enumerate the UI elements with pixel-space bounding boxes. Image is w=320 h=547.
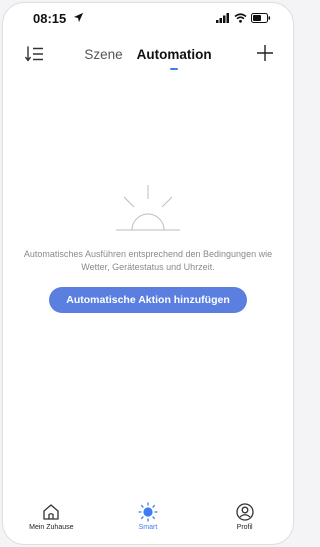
active-tab-indicator — [170, 68, 179, 70]
nav-label-smart: Smart — [138, 524, 158, 531]
status-time: 08:15 — [33, 11, 67, 26]
bottom-nav: Mein Zuhause Smart Profil — [3, 502, 293, 544]
empty-state-message: Automatisches Ausführen entsprechend den… — [23, 249, 273, 272]
add-automation-button[interactable]: Automatische Aktion hinzufügen — [49, 287, 247, 313]
nav-label-home: Mein Zuhause — [29, 524, 74, 531]
sunrise-icon — [116, 185, 180, 231]
tab-szene[interactable]: Szene — [84, 47, 122, 62]
home-icon — [43, 504, 59, 520]
tab-automation[interactable]: Automation — [136, 47, 212, 70]
tab-bar: Szene Automation — [3, 47, 293, 70]
status-bar: 08:15 — [3, 3, 293, 33]
nav-item-profile[interactable]: Profil — [205, 502, 285, 531]
add-icon[interactable] — [255, 43, 275, 63]
nav-item-home[interactable]: Mein Zuhause — [11, 502, 91, 531]
wifi-icon — [234, 13, 247, 23]
nav-label-profile: Profil — [236, 524, 253, 531]
phone-screen: 08:15 Szene Automation Automatisches Aus… — [2, 2, 294, 545]
signal-icon — [216, 13, 229, 23]
top-nav: Szene Automation — [3, 39, 293, 71]
empty-state: Automatisches Ausführen entsprechend den… — [3, 183, 293, 313]
status-icons — [216, 13, 271, 23]
location-arrow-icon — [73, 12, 84, 23]
profile-icon — [235, 503, 254, 521]
sun-icon — [138, 502, 158, 522]
nav-item-smart[interactable]: Smart — [108, 502, 188, 531]
battery-icon — [251, 13, 271, 23]
tab-automation-label: Automation — [136, 47, 212, 62]
